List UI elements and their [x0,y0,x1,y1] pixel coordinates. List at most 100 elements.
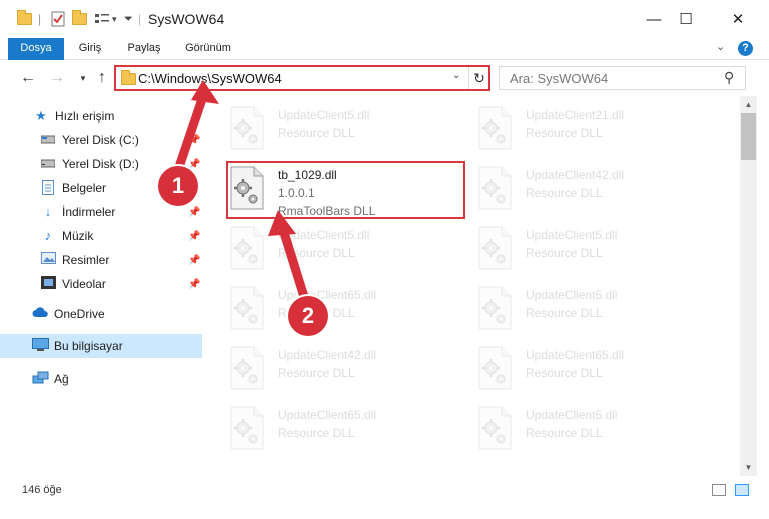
file-item[interactable]: UpdateClient5.dll Resource DLL [478,226,718,282]
tab-share[interactable]: Paylaş [122,38,166,60]
tiles-view-icon[interactable] [735,484,749,496]
file-item[interactable]: UpdateClient42.dll Resource DLL [230,346,470,402]
customize-icon[interactable] [94,9,110,29]
file-item[interactable]: UpdateClient5.dll Resource DLL [478,286,718,342]
forward-arrow-icon[interactable]: → [46,66,68,90]
back-arrow-icon[interactable]: ← [17,66,39,90]
sidebar-item-network[interactable]: Ağ [0,367,202,391]
details-view-icon[interactable] [712,484,726,496]
pictures-icon [40,252,56,268]
dll-file-icon [478,106,512,150]
dll-file-icon [478,226,512,270]
file-description: Resource DLL [526,306,603,320]
sidebar-item-label: İndirmeler [62,205,116,219]
file-item[interactable]: UpdateClient5.dll Resource DLL [230,226,470,282]
file-item[interactable]: UpdateClient65.dll Resource DLL [230,406,470,462]
sidebar-item-this-pc[interactable]: Bu bilgisayar [0,334,202,358]
callout-badge-2: 2 [288,296,328,336]
pin-icon[interactable]: 📌 [188,207,200,218]
file-description: Resource DLL [526,126,603,140]
pin-icon[interactable]: 📌 [188,159,200,170]
dll-file-icon [230,106,264,150]
pin-icon[interactable]: 📌 [188,231,200,242]
search-placeholder: Ara: SysWOW64 [510,71,609,86]
file-description: Resource DLL [278,126,355,140]
vertical-scrollbar[interactable]: ▲ ▼ [740,96,757,476]
help-icon[interactable]: ? [738,41,753,56]
file-description: Resource DLL [526,426,603,440]
ribbon-tabs: Dosya Giriş Paylaş Görünüm [0,38,769,60]
file-item[interactable]: UpdateClient21.dll Resource DLL [478,106,718,162]
cloud-icon [32,306,48,322]
sidebar-item-label: Belgeler [62,181,107,195]
maximize-button[interactable]: ☐ [663,0,709,38]
sidebar-item-pictures[interactable]: Resimler 📌 [0,248,202,272]
file-name: UpdateClient5.dll [526,228,618,242]
file-description: Resource DLL [526,366,603,380]
drive-icon [40,132,56,148]
close-button[interactable]: ✕ [715,0,761,38]
computer-icon [32,338,49,354]
file-description: Resource DLL [278,426,355,440]
file-item[interactable]: UpdateClient5.dll Resource DLL [478,406,718,462]
sidebar-item-label: Yerel Disk (C:) [62,133,139,147]
callout-badge-1: 1 [158,166,198,206]
separator: | [138,12,142,26]
file-description: Resource DLL [526,186,603,200]
sidebar-item-music[interactable]: ♪ Müzik 📌 [0,224,202,248]
dll-file-icon [478,166,512,210]
scroll-up-icon[interactable]: ▲ [740,96,757,113]
file-highlight-box [226,161,465,219]
file-item[interactable]: UpdateClient65.dll Resource DLL [478,346,718,402]
dll-file-icon [230,406,264,450]
dll-file-icon [230,226,264,270]
chevron-down-icon[interactable]: ▾ [112,9,117,29]
file-name: UpdateClient21.dll [526,108,625,122]
quick-access-dropdown-icon[interactable]: ⏷ [124,9,133,29]
sidebar-item-label: Yerel Disk (D:) [62,157,139,171]
pin-icon[interactable]: 📌 [188,279,200,290]
tab-home[interactable]: Giriş [70,38,110,60]
sidebar-item-quick-access[interactable]: ★ Hızlı erişim [0,104,202,128]
search-icon[interactable]: ⚲ [724,69,734,86]
sidebar-item-videos[interactable]: Videolar 📌 [0,272,202,296]
video-icon [40,276,56,292]
file-item[interactable]: UpdateClient5.dll Resource DLL [230,106,470,162]
pin-icon[interactable]: 📌 [188,135,200,146]
sidebar-item-local-disk-c[interactable]: Yerel Disk (C:) 📌 [0,128,202,152]
sidebar-item-label: Bu bilgisayar [54,339,123,353]
tab-file[interactable]: Dosya [8,38,64,60]
file-item[interactable]: UpdateClient65.dll Resource DLL [230,286,470,342]
scroll-down-icon[interactable]: ▼ [740,459,757,476]
download-icon: ↓ [44,204,52,219]
file-name: UpdateClient5.dll [278,108,370,122]
sidebar-item-label: Videolar [62,277,106,291]
navigation-pane: ★ Hızlı erişim Yerel Disk (C:) 📌 Yerel D… [0,96,205,476]
sidebar-item-label: Müzik [62,229,94,243]
scroll-thumb[interactable] [741,113,756,160]
network-icon [32,371,49,387]
chevron-down-icon[interactable]: ⌄ [716,40,725,53]
file-description: Resource DLL [526,246,603,260]
file-name: UpdateClient42.dll [526,168,625,182]
drive-icon [40,156,56,172]
file-name: UpdateClient42.dll [278,348,377,362]
properties-icon[interactable] [51,9,65,29]
file-item[interactable]: UpdateClient42.dll Resource DLL [478,166,718,222]
sidebar-item-onedrive[interactable]: OneDrive [0,302,202,326]
file-list: UpdateClient5.dll Resource DLL UpdateCli… [206,96,739,476]
address-highlight-box [114,65,490,91]
up-arrow-icon[interactable]: ↑ [91,66,113,90]
tab-view[interactable]: Görünüm [178,38,238,60]
music-icon: ♪ [44,228,52,243]
pin-icon[interactable]: 📌 [188,255,200,266]
dll-file-icon [478,406,512,450]
new-folder-icon[interactable] [72,9,87,29]
file-name: UpdateClient65.dll [526,348,625,362]
file-name: UpdateClient5.dll [526,408,618,422]
file-name: UpdateClient5.dll [278,228,370,242]
dll-file-icon [230,286,264,330]
file-name: UpdateClient65.dll [278,288,377,302]
file-name: UpdateClient5.dll [526,288,618,302]
sidebar-item-label: OneDrive [54,307,105,321]
